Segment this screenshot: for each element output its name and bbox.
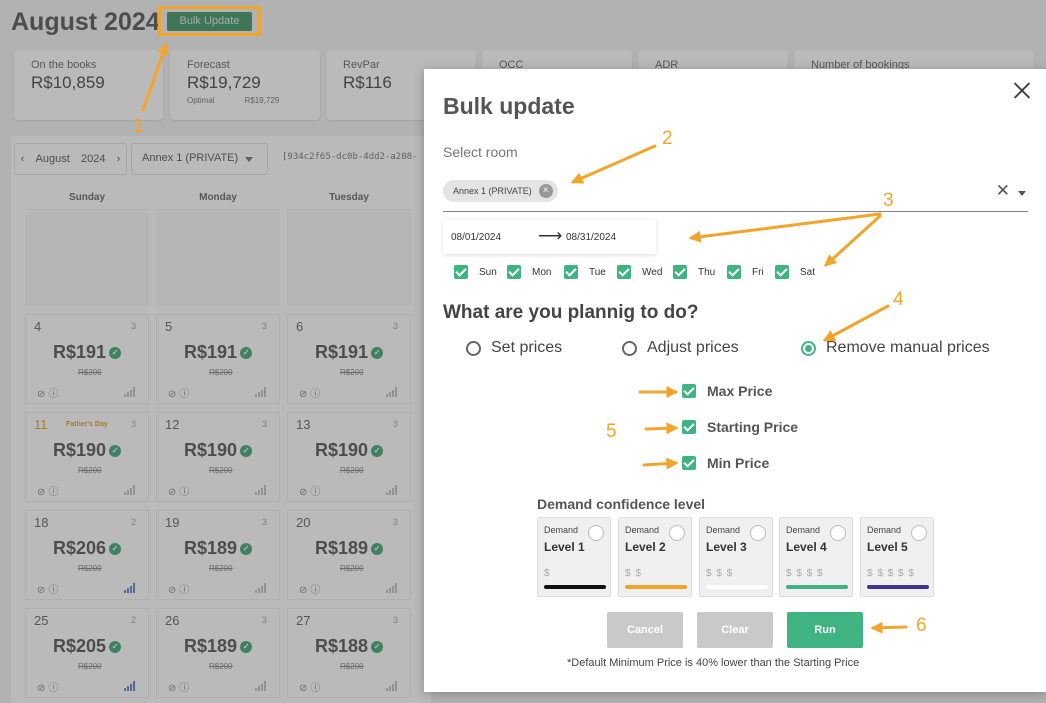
room-chip: Annex 1 (PRIVATE) ×: [443, 180, 558, 202]
date-to[interactable]: 08/31/2024: [566, 232, 616, 243]
bulk-update-modal: Bulk update Select room Annex 1 (PRIVATE…: [424, 69, 1046, 692]
room-multiselect[interactable]: Annex 1 (PRIVATE) × ✕: [443, 178, 1028, 212]
radio-label: Set prices: [491, 339, 563, 356]
demand-small-label: Demand: [706, 525, 741, 535]
remove-chip-icon[interactable]: ×: [538, 184, 553, 198]
level-color-bar: [706, 585, 768, 589]
demand-level-card[interactable]: Demand Level 2 $ $: [618, 517, 692, 597]
annotation-highlight-box: [158, 6, 261, 36]
room-chip-label: Annex 1 (PRIVATE): [453, 186, 532, 196]
weekday-checkbox-sun[interactable]: Sun: [454, 265, 507, 279]
radio-set-prices[interactable]: Set prices: [466, 339, 562, 357]
date-range-picker[interactable]: 08/01/2024 ⟶ 08/31/2024: [443, 220, 656, 254]
weekday-checkbox-sat[interactable]: Sat: [775, 265, 825, 279]
radio-unchecked-icon[interactable]: [466, 340, 481, 356]
weekday-label: Thu: [698, 266, 716, 278]
demand-small-label: Demand: [786, 525, 821, 535]
close-icon[interactable]: [1013, 81, 1031, 99]
annotation-number: 1: [133, 116, 144, 137]
demand-level-name: Level 4: [786, 540, 827, 554]
radio-unchecked-icon[interactable]: [669, 525, 685, 541]
demand-small-label: Demand: [867, 525, 902, 535]
demand-small-label: Demand: [625, 525, 660, 535]
weekday-label: Wed: [642, 266, 663, 278]
price-level-dollars: $ $ $: [706, 568, 734, 579]
radio-label: Adjust prices: [647, 339, 739, 356]
weekday-checkbox-fri[interactable]: Fri: [727, 265, 775, 279]
demand-confidence-title: Demand confidence level: [537, 496, 706, 512]
checkbox-checked-icon[interactable]: [682, 456, 696, 470]
annotation-number: 2: [662, 128, 673, 149]
price-level-dollars: $ $ $ $ $: [867, 568, 915, 579]
radio-remove-manual-prices[interactable]: Remove manual prices: [801, 339, 990, 357]
weekday-label: Sat: [800, 266, 816, 278]
checkbox-checked-icon[interactable]: [682, 420, 696, 434]
weekday-checkbox-thu[interactable]: Thu: [673, 265, 727, 279]
price-level-dollars: $ $: [625, 568, 642, 579]
weekday-label: Mon: [532, 266, 552, 278]
option-label: Min Price: [707, 455, 770, 471]
level-color-bar: [786, 585, 848, 589]
checkbox-checked-icon[interactable]: [682, 384, 696, 398]
radio-unchecked-icon[interactable]: [911, 525, 927, 541]
radio-unchecked-icon[interactable]: [750, 525, 766, 541]
checkbox-checked-icon[interactable]: [617, 265, 631, 279]
radio-checked-icon[interactable]: [801, 340, 816, 356]
run-button[interactable]: Run: [787, 612, 863, 648]
demand-level-card[interactable]: Demand Level 1 $: [537, 517, 611, 597]
chevron-down-icon[interactable]: [1018, 191, 1026, 196]
demand-level-name: Level 5: [867, 540, 908, 554]
arrow-right-icon: ⟶: [538, 226, 563, 245]
demand-small-label: Demand: [544, 525, 579, 535]
annotation-number: 5: [606, 421, 617, 442]
annotation-number: 3: [883, 190, 894, 211]
checkbox-checked-icon[interactable]: [564, 265, 578, 279]
level-color-bar: [625, 585, 687, 589]
footnote: *Default Minimum Price is 40% lower than…: [567, 657, 860, 669]
radio-unchecked-icon[interactable]: [830, 525, 846, 541]
cancel-button[interactable]: Cancel: [607, 612, 683, 648]
checkbox-max-price[interactable]: Max Price: [682, 383, 772, 399]
modal-title: Bulk update: [443, 93, 575, 119]
demand-level-card[interactable]: Demand Level 4 $ $ $ $: [779, 517, 853, 597]
weekday-filter: Sun Mon Tue Wed Thu Fri Sat: [454, 265, 825, 279]
weekday-checkbox-wed[interactable]: Wed: [617, 265, 673, 279]
clear-icon[interactable]: ✕: [996, 181, 1010, 201]
checkbox-checked-icon[interactable]: [775, 265, 789, 279]
weekday-checkbox-mon[interactable]: Mon: [507, 265, 564, 279]
checkbox-checked-icon[interactable]: [727, 265, 741, 279]
checkbox-checked-icon[interactable]: [507, 265, 521, 279]
price-level-dollars: $ $ $ $: [786, 568, 824, 579]
price-level-dollars: $: [544, 568, 551, 579]
checkbox-checked-icon[interactable]: [454, 265, 468, 279]
annotation-number: 6: [916, 615, 927, 636]
demand-level-name: Level 2: [625, 540, 666, 554]
demand-level-card[interactable]: Demand Level 5 $ $ $ $ $: [860, 517, 934, 597]
checkbox-starting-price[interactable]: Starting Price: [682, 419, 798, 435]
demand-level-name: Level 3: [706, 540, 747, 554]
radio-unchecked-icon[interactable]: [622, 340, 637, 356]
annotation-number: 4: [893, 289, 904, 310]
demand-level-name: Level 1: [544, 540, 585, 554]
checkbox-checked-icon[interactable]: [673, 265, 687, 279]
checkbox-min-price[interactable]: Min Price: [682, 455, 769, 471]
date-from[interactable]: 08/01/2024: [451, 232, 501, 243]
weekday-checkbox-tue[interactable]: Tue: [564, 265, 617, 279]
weekday-label: Tue: [589, 266, 606, 278]
level-color-bar: [867, 585, 929, 589]
clear-button[interactable]: Clear: [697, 612, 773, 648]
level-color-bar: [544, 585, 606, 589]
weekday-label: Sun: [479, 266, 497, 278]
radio-label: Remove manual prices: [826, 339, 990, 356]
weekday-label: Fri: [752, 266, 764, 278]
radio-adjust-prices[interactable]: Adjust prices: [622, 339, 739, 357]
option-label: Max Price: [707, 383, 773, 399]
select-room-label: Select room: [443, 144, 518, 160]
radio-unchecked-icon[interactable]: [588, 525, 604, 541]
option-label: Starting Price: [707, 419, 799, 435]
plan-question: What are you plannig to do?: [443, 302, 699, 323]
demand-level-card[interactable]: Demand Level 3 $ $ $: [699, 517, 773, 597]
